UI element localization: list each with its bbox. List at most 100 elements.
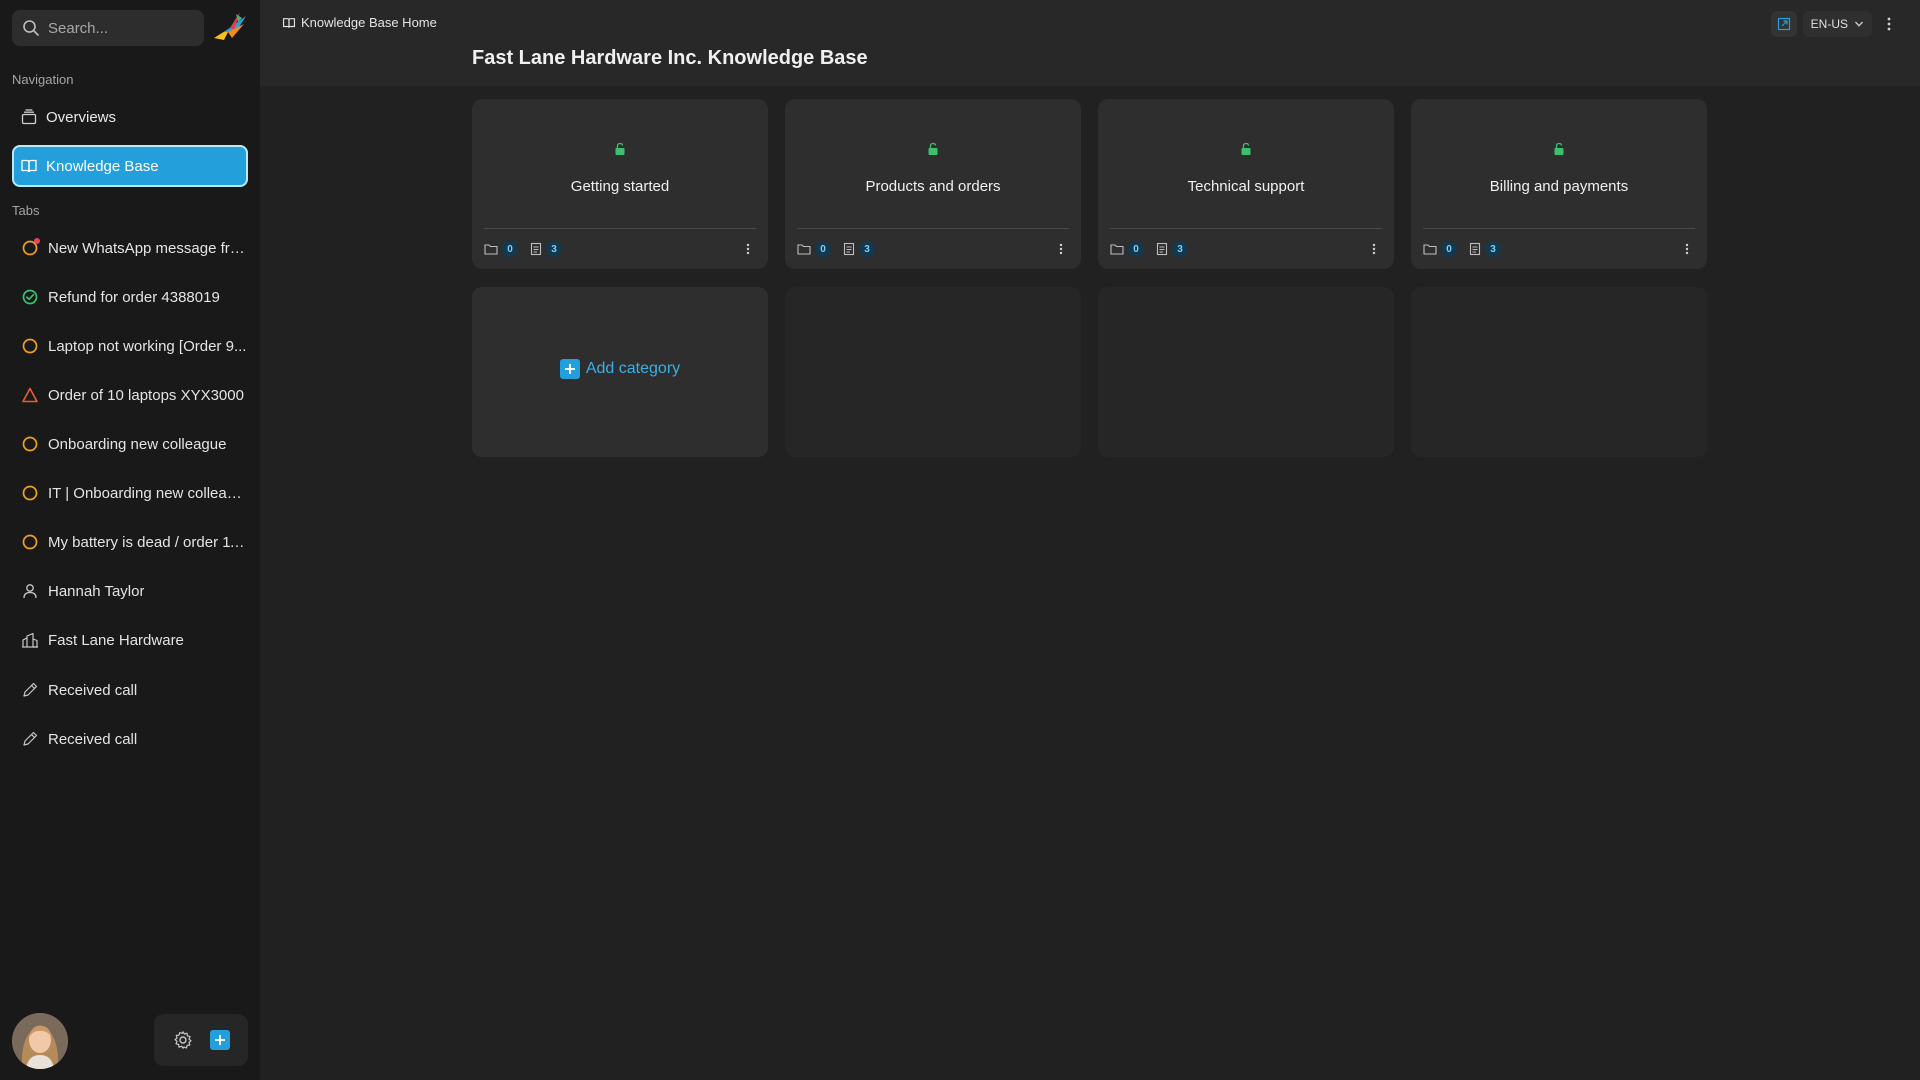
folder-icon — [1423, 244, 1437, 255]
tab-it-onboarding[interactable]: IT | Onboarding new colleague — [12, 473, 248, 513]
circle-open-icon — [20, 336, 40, 356]
category-card[interactable]: Products and orders 0 3 — [785, 99, 1081, 269]
article-count-badge: 3 — [1485, 241, 1501, 257]
gear-icon — [173, 1031, 192, 1049]
avatar[interactable] — [12, 1013, 68, 1069]
document-icon — [530, 242, 542, 256]
card-menu-button[interactable] — [1366, 239, 1382, 259]
tab-onboarding-colleague[interactable]: Onboarding new colleague — [12, 424, 248, 464]
category-title[interactable]: Technical support — [1098, 178, 1394, 195]
article-count-badge: 3 — [546, 241, 562, 257]
navigation-heading: Navigation — [12, 72, 74, 87]
circle-open-icon — [20, 238, 40, 258]
plus-icon — [209, 1030, 230, 1050]
article-count: 3 — [1469, 241, 1501, 257]
new-item-button[interactable] — [208, 1028, 232, 1052]
settings-button[interactable] — [171, 1028, 195, 1052]
language-value: EN-US — [1810, 17, 1848, 31]
tab-label: Fast Lane Hardware — [48, 631, 184, 649]
top-bar: Knowledge Base Home Fast Lane Hardware I… — [260, 0, 1920, 86]
search-input[interactable]: Search... — [12, 10, 204, 46]
nav-item-label: Knowledge Base — [46, 157, 159, 175]
category-title[interactable]: Getting started — [472, 178, 768, 195]
folder-icon — [484, 244, 498, 255]
empty-card-slot — [1098, 287, 1394, 457]
tab-whatsapp-message[interactable]: New WhatsApp message fro... — [12, 228, 248, 268]
breadcrumb[interactable]: Knowledge Base Home — [282, 15, 437, 30]
add-category-card[interactable]: Add category — [472, 287, 768, 457]
more-menu-button[interactable] — [1878, 11, 1900, 37]
folder-count-badge: 0 — [502, 241, 518, 257]
subcategory-count: 0 — [797, 241, 831, 257]
organization-icon — [20, 630, 40, 650]
unlock-icon — [472, 142, 768, 156]
tab-label: Received call — [48, 681, 138, 699]
tab-label: Onboarding new colleague — [48, 435, 227, 453]
external-link-icon — [1777, 17, 1790, 31]
card-menu-button[interactable] — [740, 239, 756, 259]
circle-open-icon — [20, 434, 40, 454]
nav-item-knowledge-base[interactable]: Knowledge Base — [12, 145, 248, 187]
card-divider — [1110, 228, 1382, 229]
pencil-icon — [20, 729, 40, 749]
tab-battery-dead[interactable]: My battery is dead / order 11... — [12, 522, 248, 562]
language-select[interactable]: EN-US — [1802, 11, 1872, 37]
add-category-label: Add category — [585, 360, 681, 377]
warning-triangle-icon — [20, 385, 40, 405]
tab-label: Hannah Taylor — [48, 582, 145, 600]
folder-count-badge: 0 — [815, 241, 831, 257]
card-footer: 0 3 — [484, 239, 756, 259]
tab-label: Laptop not working [Order 9... — [48, 337, 247, 355]
plus-icon — [559, 359, 580, 379]
tab-order-laptops[interactable]: Order of 10 laptops XYX3000 — [12, 375, 248, 415]
category-title[interactable]: Products and orders — [785, 178, 1081, 195]
page-title: Fast Lane Hardware Inc. Knowledge Base — [472, 47, 868, 69]
card-divider — [1423, 228, 1695, 229]
card-footer: 0 3 — [1110, 239, 1382, 259]
nav-item-overviews[interactable]: Overviews — [12, 96, 248, 138]
tab-label: IT | Onboarding new colleague — [48, 484, 248, 502]
more-vertical-icon — [1059, 243, 1063, 255]
main-content: Knowledge Base Home Fast Lane Hardware I… — [260, 0, 1920, 1080]
folder-icon — [797, 244, 811, 255]
card-divider — [484, 228, 756, 229]
book-icon — [21, 159, 37, 173]
folder-count-badge: 0 — [1128, 241, 1144, 257]
chevron-down-icon — [1855, 21, 1863, 27]
category-card[interactable]: Technical support 0 3 — [1098, 99, 1394, 269]
folder-count-badge: 0 — [1441, 241, 1457, 257]
tab-user-hannah-taylor[interactable]: Hannah Taylor — [12, 571, 248, 611]
tab-refund-order[interactable]: Refund for order 4388019 — [12, 277, 248, 317]
document-icon — [1156, 242, 1168, 256]
search-icon — [23, 20, 39, 36]
app-logo[interactable] — [210, 10, 250, 46]
open-external-button[interactable] — [1770, 11, 1797, 37]
category-title[interactable]: Billing and payments — [1411, 178, 1707, 195]
add-category-button[interactable]: Add category — [472, 359, 768, 379]
user-icon — [20, 581, 40, 601]
document-icon — [843, 242, 855, 256]
more-vertical-icon — [746, 243, 750, 255]
nav-item-label: Overviews — [46, 108, 117, 126]
tab-label: Received call — [48, 730, 138, 748]
tab-laptop-not-working[interactable]: Laptop not working [Order 9... — [12, 326, 248, 366]
layers-icon — [21, 109, 37, 125]
more-vertical-icon — [1887, 17, 1891, 31]
tab-organization-fast-lane[interactable]: Fast Lane Hardware — [12, 620, 248, 660]
subcategory-count: 0 — [1423, 241, 1457, 257]
category-card[interactable]: Billing and payments 0 3 — [1411, 99, 1707, 269]
pencil-icon — [20, 680, 40, 700]
tab-received-call[interactable]: Received call — [12, 670, 248, 710]
circle-open-icon — [20, 532, 40, 552]
bottom-actions — [154, 1014, 248, 1066]
card-menu-button[interactable] — [1053, 239, 1069, 259]
card-footer: 0 3 — [1423, 239, 1695, 259]
more-vertical-icon — [1685, 243, 1689, 255]
card-menu-button[interactable] — [1679, 239, 1695, 259]
more-vertical-icon — [1372, 243, 1376, 255]
tab-label: My battery is dead / order 11... — [48, 533, 248, 551]
breadcrumb-label: Knowledge Base Home — [301, 15, 437, 30]
category-card[interactable]: Getting started 0 3 — [472, 99, 768, 269]
tab-received-call[interactable]: Received call — [12, 719, 248, 759]
sidebar: Search... Navigation Overviews Knowledge… — [0, 0, 260, 1080]
